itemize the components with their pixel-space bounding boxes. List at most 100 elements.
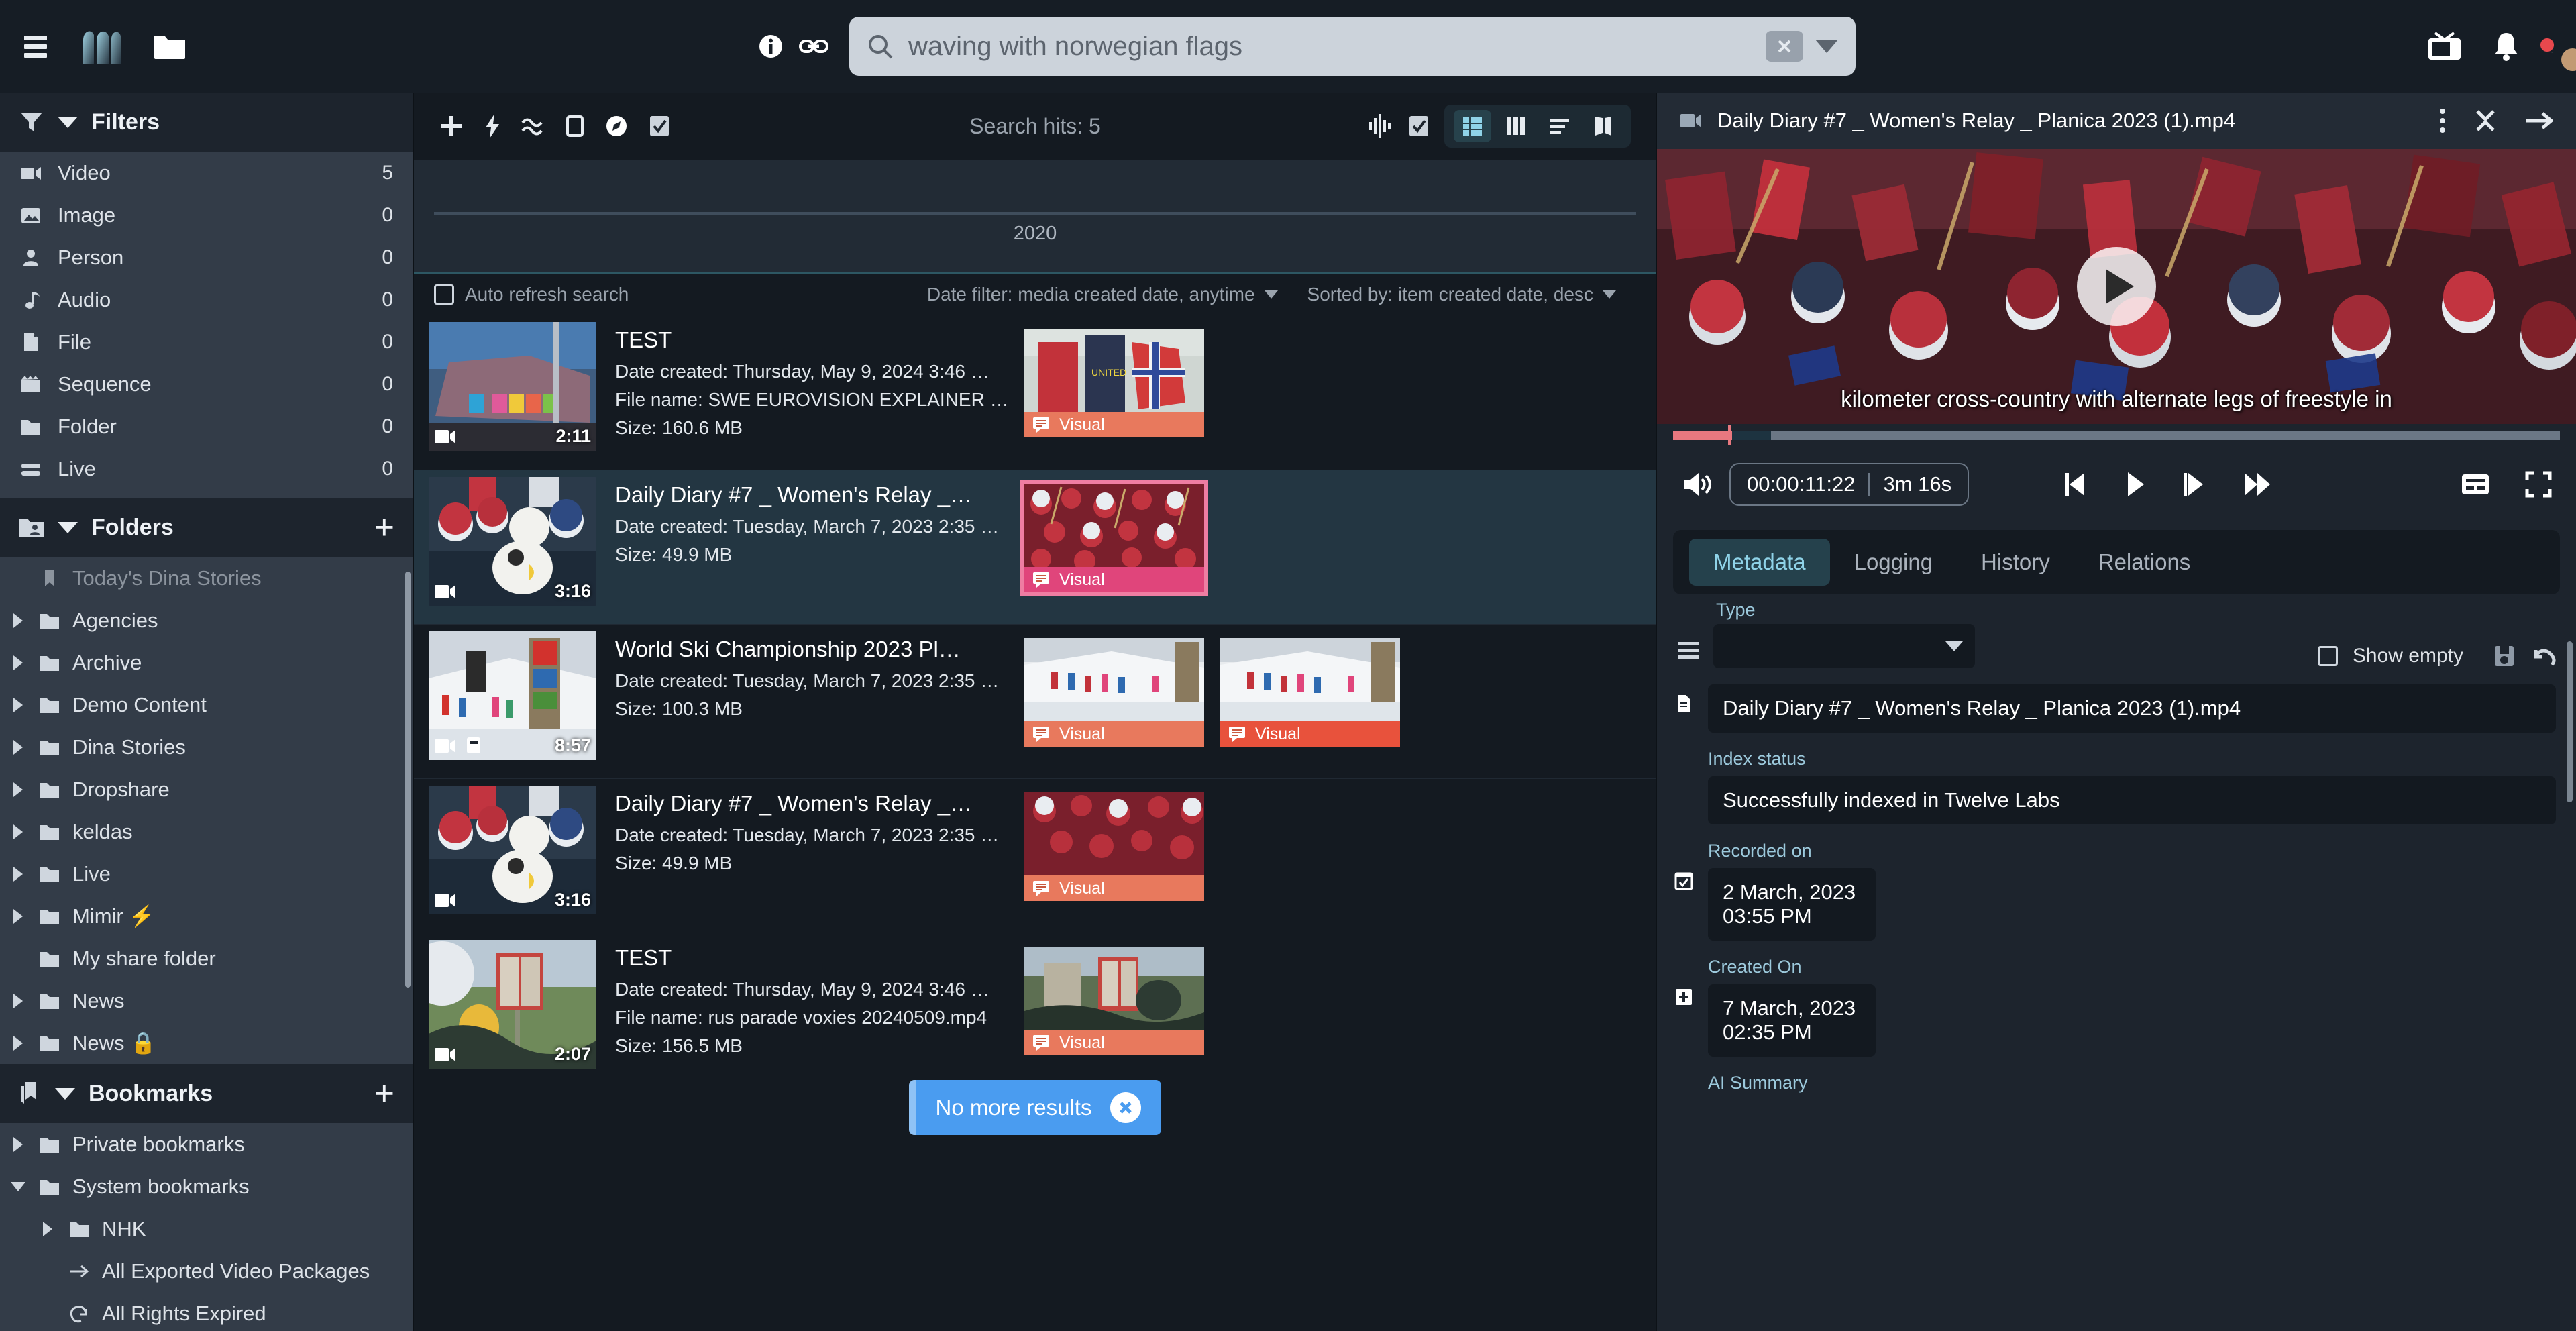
bookmark-item[interactable]: Private bookmarks [0,1123,413,1165]
step-forward-icon[interactable] [2181,470,2208,498]
scrubber-track[interactable] [1673,431,2560,440]
table-row[interactable]: 2:11 TEST Date created: Thursday, May 9,… [414,315,1656,470]
tree-toggle-closed[interactable] [9,698,27,712]
result-thumbnail[interactable]: 8:57 [429,631,596,760]
type-select[interactable] [1713,624,1975,668]
list-view-icon[interactable] [1454,110,1491,142]
filter-item-audio[interactable]: Audio 0 [0,278,413,321]
table-row[interactable]: 3:16 Daily Diary #7 _ Women's Relay _… D… [414,470,1656,624]
filter-item-video[interactable]: Video 5 [0,152,413,194]
checkbox-checked-icon[interactable] [1408,115,1430,138]
folder-item[interactable]: Live [0,853,413,895]
arrow-right-icon[interactable] [2525,109,2553,132]
rectangle-icon[interactable] [566,115,584,138]
list-icon[interactable] [1677,640,1700,661]
tree-toggle-closed[interactable] [9,782,27,797]
bookmarks-section-header[interactable]: Bookmarks + [0,1064,413,1123]
volume-icon[interactable] [1681,470,1712,498]
folder-item[interactable]: My share folder [0,937,413,979]
hit-card[interactable]: Visual [1024,484,1204,592]
tree-toggle-closed[interactable] [9,824,27,839]
chevron-down-icon[interactable] [1815,40,1838,53]
fullscreen-icon[interactable] [2525,471,2552,498]
undo-icon[interactable] [2530,645,2556,668]
folder-item[interactable]: Today's Dina Stories [0,557,413,599]
waveform-icon[interactable] [1366,113,1393,140]
tree-toggle-closed[interactable] [9,994,27,1008]
metadata-field-value[interactable]: 7 March, 2023 02:35 PM [1708,984,1876,1057]
folder-item[interactable]: News 🔒 [0,1022,413,1064]
compact-view-icon[interactable] [1541,111,1578,141]
info-icon[interactable] [757,32,785,60]
clear-search-button[interactable] [1766,31,1803,62]
hit-card[interactable]: Visual [1220,638,1400,747]
bookmark-item[interactable]: All Rights Expired [0,1292,413,1331]
tree-toggle-closed[interactable] [9,909,27,924]
collapse-icon[interactable] [2474,109,2497,133]
table-row[interactable]: 2:07 TEST Date created: Thursday, May 9,… [414,933,1656,1087]
filter-item-folder[interactable]: Folder 0 [0,405,413,447]
tab-logging[interactable]: Logging [1830,539,1957,586]
hit-card[interactable]: Visual [1024,638,1204,747]
timeline-band[interactable]: 2020 [414,160,1656,274]
checkbox-checked-icon[interactable] [649,115,670,138]
play-icon[interactable] [2125,470,2146,498]
filter-item-live[interactable]: Live 0 [0,447,413,490]
folder-item[interactable]: Agencies [0,599,413,641]
filters-section-header[interactable]: Filters [0,93,413,152]
tree-toggle-closed[interactable] [9,655,27,670]
date-filter-dropdown[interactable]: Date filter: media created date, anytime [927,284,1278,305]
no-more-results-toast[interactable]: No more results [909,1080,1162,1135]
save-icon[interactable] [2493,644,2516,668]
tree-toggle-closed[interactable] [9,1137,27,1152]
filter-item-sequence[interactable]: Sequence 0 [0,363,413,405]
bookmark-item[interactable]: All Exported Video Packages [0,1250,413,1292]
mimir-logo[interactable] [80,27,123,66]
folders-scrollbar[interactable] [405,572,411,988]
result-thumbnail[interactable]: 3:16 [429,477,596,606]
metadata-field-value[interactable]: Daily Diary #7 _ Women's Relay _ Planica… [1708,684,2556,733]
play-button-overlay[interactable] [2077,247,2156,326]
show-empty-toggle[interactable]: Show empty [2318,644,2556,668]
add-folder-button[interactable]: + [374,510,394,545]
bookmark-item[interactable]: System bookmarks [0,1165,413,1208]
tab-metadata[interactable]: Metadata [1689,539,1830,586]
hit-card[interactable]: UNITED Visual [1024,329,1204,437]
metadata-field-value[interactable]: Successfully indexed in Twelve Labs [1708,776,2556,824]
folder-item[interactable]: Demo Content [0,684,413,726]
tab-relations[interactable]: Relations [2074,539,2215,586]
tree-toggle-closed[interactable] [9,867,27,882]
sorted-by-dropdown[interactable]: Sorted by: item created date, desc [1307,284,1616,305]
show-empty-checkbox[interactable] [2318,646,2338,666]
tree-toggle-closed[interactable] [39,1222,56,1236]
folder-item[interactable]: Mimir ⚡ [0,895,413,937]
notification-bell-icon[interactable] [2493,31,2520,62]
tree-toggle-closed[interactable] [9,613,27,628]
result-thumbnail[interactable]: 3:16 [429,786,596,914]
folder-item[interactable]: keldas [0,810,413,853]
filter-item-file[interactable]: File 0 [0,321,413,363]
table-row[interactable]: 3:16 Daily Diary #7 _ Women's Relay _… D… [414,778,1656,933]
add-bookmark-button[interactable]: + [374,1076,394,1111]
auto-refresh-checkbox[interactable] [434,284,454,305]
hit-card[interactable]: Visual [1024,792,1204,901]
link-icon[interactable] [798,32,826,60]
tv-icon[interactable] [2427,32,2462,61]
fast-forward-icon[interactable] [2243,470,2272,498]
hit-card[interactable]: Visual [1024,947,1204,1055]
result-thumbnail[interactable]: 2:11 [429,322,596,451]
kebab-menu-icon[interactable] [2439,107,2446,134]
timeline-track[interactable] [434,212,1636,215]
filter-item-person[interactable]: Person 0 [0,236,413,278]
wave-icon[interactable] [521,115,545,138]
close-icon[interactable] [1110,1092,1141,1123]
search-input[interactable] [908,32,1766,62]
search-input-wrapper[interactable] [849,17,1856,76]
tab-history[interactable]: History [1957,539,2074,586]
folder-item[interactable]: Archive [0,641,413,684]
chevron-down-icon[interactable] [58,522,78,533]
filmstrip-view-icon[interactable] [1585,110,1621,142]
step-back-icon[interactable] [2063,470,2090,498]
plus-icon[interactable] [439,114,464,138]
folder-item[interactable]: News [0,979,413,1022]
